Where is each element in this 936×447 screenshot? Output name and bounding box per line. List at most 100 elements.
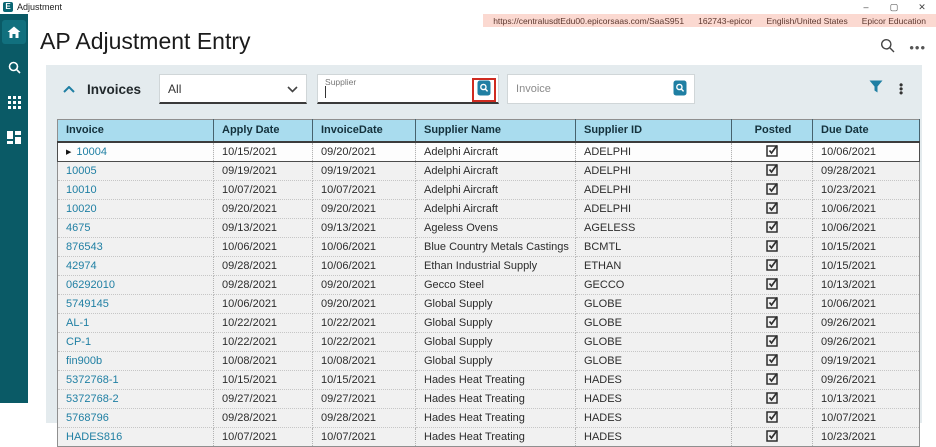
page-overflow-menu-icon[interactable]: ••• xyxy=(909,41,926,54)
supplier-search-field[interactable]: Supplier xyxy=(317,74,500,104)
cell-posted xyxy=(731,370,813,390)
cell-apply-date: 09/20/2021 xyxy=(213,199,313,219)
dashboard-icon xyxy=(7,130,21,144)
cell-apply-date: 09/27/2021 xyxy=(213,389,313,409)
invoice-link[interactable]: 4675 xyxy=(66,222,90,234)
cell-apply-date: 10/08/2021 xyxy=(213,351,313,371)
invoice-link[interactable]: 876543 xyxy=(66,241,103,253)
sidebar-item-dashboard[interactable] xyxy=(2,125,26,149)
invoice-search-field[interactable]: Invoice xyxy=(507,74,696,104)
cell-supplier-name: Ageless Ovens xyxy=(415,218,576,238)
cell-invoice-date: 09/20/2021 xyxy=(312,275,416,295)
invoice-row[interactable]: AL-1 10/22/2021 10/22/2021 Global Supply GLO… xyxy=(57,313,920,333)
record-search-icon xyxy=(477,80,491,101)
invoice-link[interactable]: 10010 xyxy=(66,184,97,196)
posted-checkbox-icon xyxy=(765,163,779,179)
cell-supplier-name: Adelphi Aircraft xyxy=(415,180,576,200)
collapse-panel-chevron-up-icon[interactable] xyxy=(63,80,75,98)
minimize-button[interactable]: – xyxy=(852,0,880,14)
invoice-row[interactable]: 5749145 10/06/2021 09/20/2021 Global Supply… xyxy=(57,294,920,314)
invoice-lookup-button[interactable] xyxy=(670,80,690,100)
invoice-row[interactable]: fin900b 10/08/2021 10/08/2021 Global Supply… xyxy=(57,351,920,371)
cell-due-date: 10/07/2021 xyxy=(812,408,920,428)
column-header-due-date[interactable]: Due Date xyxy=(812,119,920,143)
sidebar-item-search[interactable] xyxy=(2,55,26,79)
cell-posted xyxy=(731,313,813,333)
cell-due-date: 09/26/2021 xyxy=(812,370,920,390)
column-header-supplier-id[interactable]: Supplier ID xyxy=(575,119,732,143)
invoice-row[interactable]: CP-1 10/22/2021 10/22/2021 Global Supply GLO… xyxy=(57,332,920,352)
cell-due-date: 10/13/2021 xyxy=(812,389,920,409)
column-header-posted[interactable]: Posted xyxy=(731,119,813,143)
invoice-field-placeholder: Invoice xyxy=(516,83,551,95)
invoice-link[interactable]: 42974 xyxy=(66,260,97,272)
invoice-link[interactable]: 10005 xyxy=(66,165,97,177)
invoice-link[interactable]: 5372768-1 xyxy=(66,374,119,386)
cell-due-date: 09/26/2021 xyxy=(812,332,920,352)
invoice-row[interactable]: 5372768-1 10/15/2021 10/15/2021 Hades Heat … xyxy=(57,370,920,390)
cell-due-date: 10/15/2021 xyxy=(812,256,920,276)
invoice-row[interactable]: 42974 09/28/2021 10/06/2021 Ethan Industria… xyxy=(57,256,920,276)
invoice-link[interactable]: 10020 xyxy=(66,203,97,215)
cell-posted xyxy=(731,389,813,409)
invoice-row[interactable]: 10020 09/20/2021 09/20/2021 Adelphi Aircraf… xyxy=(57,199,920,219)
sidebar-item-apps[interactable] xyxy=(2,90,26,114)
invoice-link[interactable]: HADES816 xyxy=(66,431,122,443)
invoice-row[interactable]: ▶ 10004 10/15/2021 09/20/2021 Adelphi Aircra… xyxy=(57,141,920,162)
maximize-button[interactable]: ▢ xyxy=(880,0,908,14)
column-header-supplier-name[interactable]: Supplier Name xyxy=(415,119,576,143)
column-header-invoicedate[interactable]: InvoiceDate xyxy=(312,119,416,143)
invoice-link[interactable]: 06292010 xyxy=(66,279,115,291)
cell-supplier-name: Global Supply xyxy=(415,294,576,314)
invoice-row[interactable]: HADES816 10/07/2021 10/07/2021 Hades Heat T… xyxy=(57,427,920,447)
cell-due-date: 09/19/2021 xyxy=(812,351,920,371)
cell-posted xyxy=(731,408,813,428)
column-header-apply-date[interactable]: Apply Date xyxy=(213,119,313,143)
cell-posted xyxy=(731,180,813,200)
posted-checkbox-icon xyxy=(765,201,779,217)
column-header-invoice[interactable]: Invoice xyxy=(57,119,214,143)
cell-invoice: 5372768-1 xyxy=(57,370,214,390)
invoice-row[interactable]: 10010 10/07/2021 10/07/2021 Adelphi Aircraf… xyxy=(57,180,920,200)
invoice-row[interactable]: 5768796 09/28/2021 09/28/2021 Hades Heat Tr… xyxy=(57,408,920,428)
invoice-link[interactable]: 5768796 xyxy=(66,412,109,424)
invoices-toolbar: Invoices All Supplier Invoice • • • xyxy=(57,73,911,105)
posted-checkbox-icon xyxy=(765,429,779,445)
sidebar-item-home[interactable] xyxy=(2,20,26,44)
cell-due-date: 10/06/2021 xyxy=(812,141,920,162)
invoice-row[interactable]: 876543 10/06/2021 10/06/2021 Blue Country M… xyxy=(57,237,920,257)
cell-supplier-id: ADELPHI xyxy=(575,161,732,181)
epicor-logo-icon: E xyxy=(3,2,13,12)
posted-checkbox-icon xyxy=(765,334,779,350)
supplier-lookup-button[interactable] xyxy=(472,78,497,102)
cell-supplier-id: GLOBE xyxy=(575,351,732,371)
supplier-field-label: Supplier xyxy=(325,77,357,87)
grid-overflow-menu-icon[interactable]: • • • xyxy=(899,79,903,99)
record-search-icon xyxy=(673,80,687,101)
invoice-row[interactable]: 06292010 09/28/2021 09/20/2021 Gecco Steel G… xyxy=(57,275,920,295)
cell-invoice-date: 09/13/2021 xyxy=(312,218,416,238)
invoice-row[interactable]: 5372768-2 09/27/2021 09/27/2021 Hades Heat … xyxy=(57,389,920,409)
environment-name: Epicor Education xyxy=(861,15,926,26)
close-button[interactable]: ✕ xyxy=(908,0,936,14)
cell-due-date: 10/06/2021 xyxy=(812,294,920,314)
cell-posted xyxy=(731,237,813,257)
invoice-link[interactable]: 5749145 xyxy=(66,298,109,310)
cell-invoice-date: 09/27/2021 xyxy=(312,389,416,409)
cell-supplier-name: Ethan Industrial Supply xyxy=(415,256,576,276)
posted-checkbox-icon xyxy=(765,391,779,407)
invoice-link[interactable]: 10004 xyxy=(76,146,107,158)
cell-supplier-id: ADELPHI xyxy=(575,180,732,200)
invoice-link[interactable]: fin900b xyxy=(66,355,102,367)
cell-posted xyxy=(731,199,813,219)
invoice-link[interactable]: AL-1 xyxy=(66,317,89,329)
page-search-icon[interactable] xyxy=(880,38,895,58)
cell-apply-date: 10/06/2021 xyxy=(213,294,313,314)
cell-invoice: 06292010 xyxy=(57,275,214,295)
page-title: AP Adjustment Entry xyxy=(40,28,251,54)
invoice-row[interactable]: 4675 09/13/2021 09/13/2021 Ageless Ovens AGE… xyxy=(57,218,920,238)
invoice-filter-dropdown[interactable]: All xyxy=(159,74,308,104)
invoice-link[interactable]: CP-1 xyxy=(66,336,91,348)
grid-filter-icon[interactable] xyxy=(869,80,883,98)
invoice-row[interactable]: 10005 09/19/2021 09/19/2021 Adelphi Aircraf… xyxy=(57,161,920,181)
